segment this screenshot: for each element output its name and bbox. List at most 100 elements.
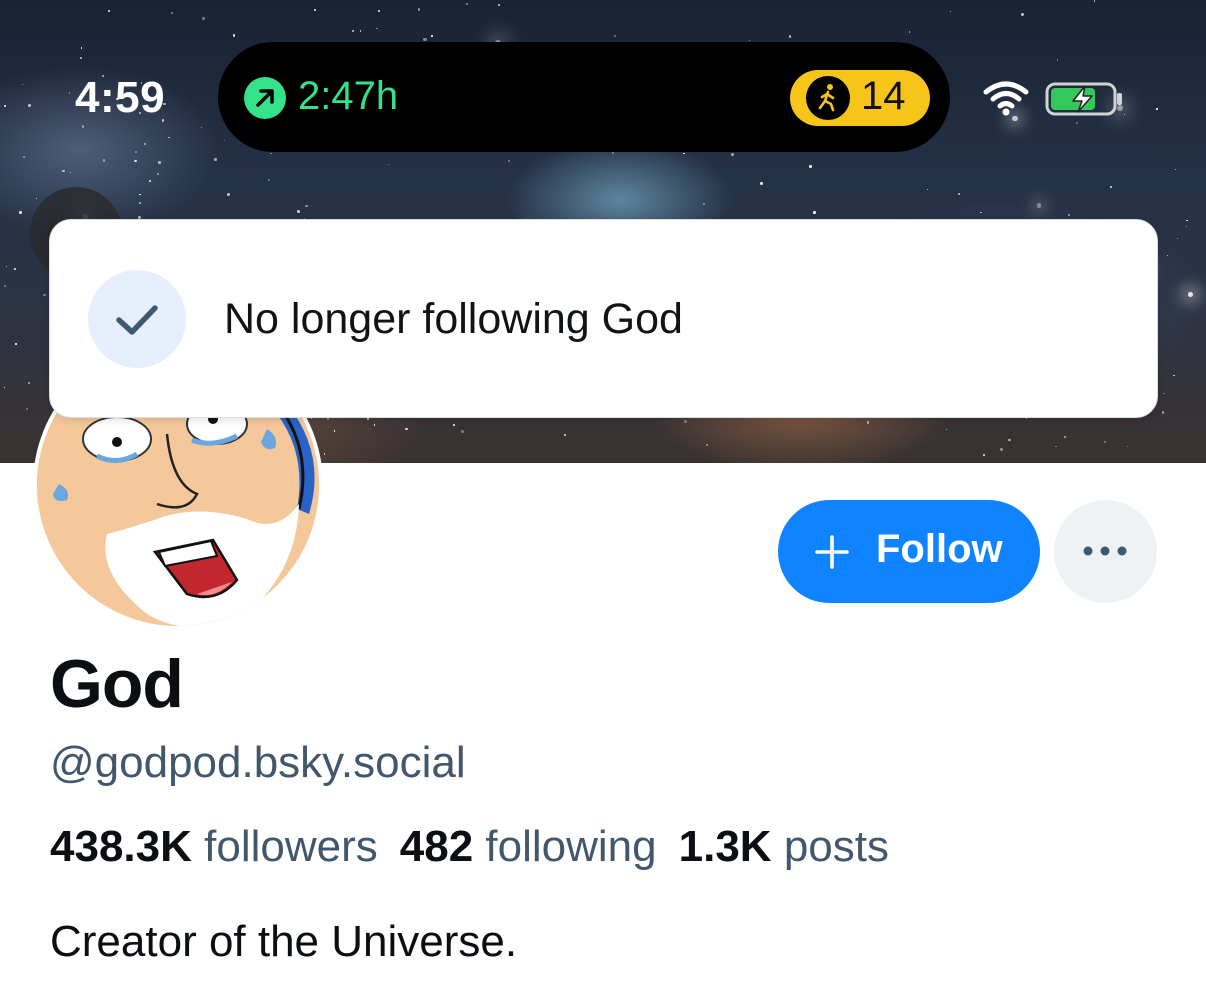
banner-star [143, 142, 147, 146]
followers-count: 438.3K [50, 822, 192, 871]
banner-star [297, 209, 300, 213]
banner-star [945, 428, 948, 431]
banner-star [999, 448, 1003, 452]
more-options-button[interactable] [1054, 500, 1157, 603]
plus-icon [814, 534, 850, 573]
banner-star [80, 47, 83, 49]
banner-star [352, 29, 355, 32]
banner-star [148, 179, 151, 182]
banner-star [507, 159, 511, 163]
banner-star [1008, 438, 1011, 441]
banner-star [497, 3, 500, 6]
toast-notification[interactable]: No longer following God [49, 219, 1158, 418]
banner-star [813, 210, 817, 214]
banner-star [102, 159, 105, 162]
banner-star [1021, 13, 1024, 16]
banner-star [748, 39, 750, 41]
banner-star [788, 35, 792, 38]
banner-star [314, 8, 317, 11]
banner-star [376, 27, 378, 30]
banner-star [417, 8, 421, 11]
banner-star [13, 268, 16, 270]
banner-star [69, 172, 71, 174]
banner-star [1126, 446, 1129, 448]
following-stat[interactable]: 482 following [400, 822, 657, 871]
banner-star [23, 156, 26, 158]
profile-bio: Creator of the Universe. [50, 917, 518, 966]
banner-star [226, 192, 230, 196]
banner-star [134, 159, 137, 163]
banner-star [202, 17, 206, 20]
banner-star [138, 202, 141, 205]
banner-star [1109, 185, 1113, 189]
banner-star [465, 3, 468, 6]
wifi-icon [982, 80, 1030, 121]
banner-star [1057, 59, 1059, 61]
banner-star [460, 429, 464, 433]
banner-star [683, 152, 686, 155]
banner-star [958, 192, 961, 195]
step-count: 14 [861, 74, 906, 118]
posts-count: 1.3K [678, 822, 772, 871]
banner-star [267, 179, 270, 182]
banner-star [1067, 213, 1070, 217]
banner-star [1185, 225, 1188, 228]
banner-star [27, 382, 30, 385]
banner-star [158, 161, 161, 164]
banner-star [21, 84, 23, 86]
banner-star [81, 125, 84, 128]
banner-star [214, 158, 217, 161]
banner-star [1174, 168, 1177, 171]
banner-star [68, 92, 71, 94]
posts-label: posts [783, 822, 889, 871]
banner-star [1055, 445, 1057, 447]
banner-star [423, 37, 427, 41]
banner-star [980, 211, 982, 214]
banner-star [232, 34, 236, 37]
banner-star [926, 189, 928, 191]
banner-star [270, 152, 272, 155]
walking-person-icon [806, 76, 850, 120]
banner-star [3, 387, 5, 389]
display-name: God [50, 646, 184, 722]
banner-star [611, 152, 614, 154]
banner-star [702, 202, 705, 205]
banner-star [139, 193, 141, 195]
banner-star [6, 265, 8, 267]
status-time: 4:59 [75, 73, 166, 122]
banner-star [168, 136, 170, 138]
profile-stats: 438.3K followers 482 following 1.3K posts [50, 822, 889, 872]
banner-star [1187, 292, 1194, 298]
banner-star [18, 211, 22, 215]
banner-star [323, 453, 325, 455]
banner-star [1156, 108, 1158, 110]
banner-star [223, 139, 225, 141]
banner-star [705, 443, 709, 447]
banner-star [62, 169, 65, 173]
follow-button[interactable]: Follow [778, 500, 1040, 603]
banner-star [453, 424, 455, 426]
followers-stat[interactable]: 438.3K followers [50, 822, 378, 871]
banner-star [1161, 410, 1165, 414]
banner-star [171, 12, 174, 15]
battery-charging-icon [1045, 82, 1125, 121]
banner-star [563, 433, 566, 436]
banner-star [305, 204, 308, 207]
banner-star [614, 35, 617, 37]
check-icon [88, 270, 186, 368]
banner-star [1103, 440, 1107, 443]
banner-star [43, 293, 46, 297]
banner-star [15, 343, 17, 345]
banner-star [1093, 0, 1096, 2]
banner-star [684, 420, 687, 423]
banner-star [1176, 238, 1178, 240]
banner-star [949, 11, 951, 13]
banner-star [908, 30, 911, 33]
banner-star [866, 421, 870, 424]
banner-star [333, 430, 335, 432]
banner-star [1075, 121, 1079, 125]
banner-star [4, 104, 7, 107]
profile-handle: @godpod.bsky.social [50, 738, 466, 787]
banner-star [25, 407, 29, 411]
banner-star [4, 285, 7, 287]
